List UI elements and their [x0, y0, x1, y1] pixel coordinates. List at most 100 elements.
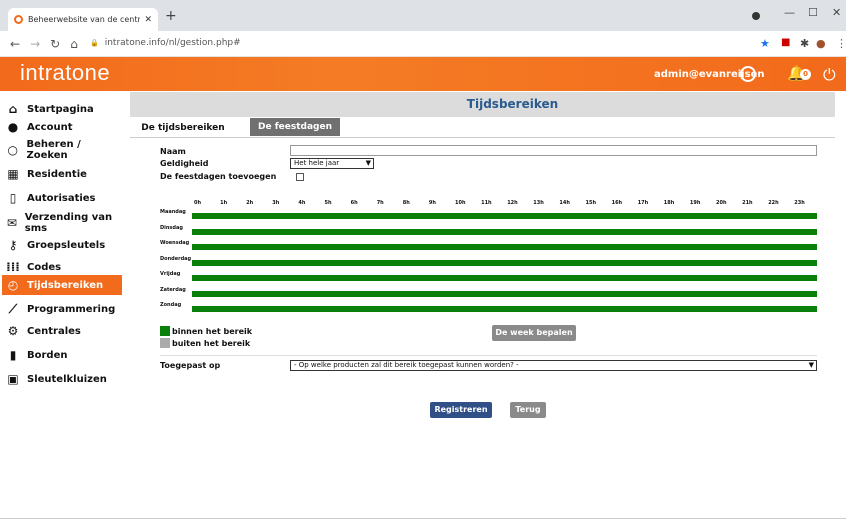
browser-menu-icon[interactable]: ⋮ — [836, 37, 846, 50]
forward-icon[interactable]: → — [30, 37, 40, 51]
reload-icon[interactable]: ↻ — [50, 37, 60, 51]
sidebar-item-label: Autorisaties — [27, 192, 96, 204]
day-label: Zaterdag — [160, 286, 186, 293]
url-field[interactable]: 🔒 intratone.info/nl/gestion.php# — [90, 38, 241, 48]
sidebar-item-startpagina[interactable]: ⌂ Startpagina — [5, 99, 122, 119]
day-label: Maandag — [160, 209, 186, 215]
main-content: Tijdsbereiken De tijdsbereiken De feestd… — [130, 92, 835, 422]
tab-feestdagen[interactable]: De feestdagen — [250, 118, 340, 136]
day-label: Vrijdag — [160, 271, 181, 277]
day-label: Donderdag — [160, 255, 192, 262]
day-label: Zondag — [160, 302, 182, 308]
hour-label: 19h — [689, 200, 701, 206]
minimize-icon[interactable]: — — [784, 6, 795, 19]
user-account-icon[interactable] — [740, 66, 756, 82]
legend-out-label: buiten het bereik — [172, 339, 251, 348]
browser-tabbar: Beheerwebsite van de centrales ✕ + — ☐ ✕ — [0, 0, 846, 31]
key-icon: ⚷ — [8, 238, 18, 252]
holidays-checkbox[interactable] — [296, 173, 304, 181]
holidays-label: De feestdagen toevoegen — [160, 172, 277, 181]
sidebar-item-borden[interactable]: ▮ Borden — [5, 345, 122, 365]
bookmark-star-icon[interactable]: ★ — [760, 37, 770, 50]
day-range-bar[interactable] — [192, 213, 817, 219]
pdf-extension-icon[interactable]: ■ — [781, 37, 790, 48]
hour-label: 3h — [272, 200, 280, 206]
intratone-logo[interactable]: intratone — [20, 60, 110, 86]
app-header: intratone admin@evanreijsen 🔔 0 ⏻ — [0, 57, 846, 91]
door-icon: ▯ — [9, 191, 17, 205]
sidebar-item-label: Tijdsbereiken — [27, 279, 104, 291]
day-range-bar[interactable] — [192, 275, 817, 281]
close-tab-icon[interactable]: ✕ — [144, 15, 152, 25]
name-input[interactable] — [290, 145, 817, 156]
register-button[interactable]: Registreren — [430, 402, 492, 418]
sidebar-item-label: Verzending van sms — [24, 212, 113, 234]
sidebar-item-residentie[interactable]: ▦ Residentie — [5, 164, 122, 184]
new-tab-icon[interactable]: + — [165, 8, 177, 24]
day-range-bar[interactable] — [192, 244, 817, 250]
tab-tijdsbereiken[interactable]: De tijdsbereiken — [137, 119, 229, 137]
sidebar-item-tijdsbereiken[interactable]: ◴ Tijdsbereiken — [2, 275, 122, 295]
maximize-icon[interactable]: ☐ — [808, 6, 818, 19]
sidebar-item-account[interactable]: ● Account — [5, 117, 122, 137]
page-title: Tijdsbereiken — [130, 92, 835, 117]
sidebar-item-label: Sleutelkluizen — [27, 373, 107, 385]
validity-value: Het hele jaar — [294, 159, 340, 167]
home-icon: ⌂ — [8, 102, 18, 116]
close-window-icon[interactable]: ✕ — [832, 6, 841, 19]
gear-icon: ⚙ — [7, 324, 19, 338]
search-icon: ○ — [7, 143, 18, 157]
hour-label: 7h — [376, 200, 384, 206]
sidebar-item-centrales[interactable]: ⚙ Centrales — [5, 321, 122, 341]
hour-label: 16h — [611, 200, 623, 206]
wand-icon: ⟋ — [8, 301, 18, 316]
day-range-bar[interactable] — [192, 259, 817, 266]
url-text: intratone.info/nl/gestion.php# — [104, 38, 241, 48]
safe-icon: ▣ — [7, 372, 19, 386]
hour-label: 4h — [298, 200, 306, 206]
mail-icon: ✉ — [6, 216, 17, 230]
notification-badge: 0 — [800, 69, 811, 80]
hour-label: 6h — [350, 200, 358, 206]
hour-label: 1h — [220, 200, 228, 206]
power-logout-icon[interactable]: ⏻ — [823, 65, 836, 85]
day-range-bar[interactable] — [192, 306, 817, 312]
profile-avatar-icon[interactable]: ● — [816, 37, 826, 50]
applied-select[interactable]: - Op welke producten zal dit bereik toeg… — [290, 360, 817, 371]
hour-label: 23h — [794, 200, 805, 206]
day-range-bar[interactable] — [192, 290, 817, 297]
validity-label: Geldigheid — [160, 159, 209, 168]
hour-label: 15h — [585, 200, 597, 206]
hour-label: 2h — [246, 200, 254, 206]
hour-label: 10h — [455, 200, 466, 206]
hour-label: 17h — [637, 200, 649, 206]
sidebar-item-sleutelkluizen[interactable]: ▣ Sleutelkluizen — [5, 369, 122, 389]
sidebar-item-verzending-sms[interactable]: ✉ Verzending van sms — [5, 212, 122, 234]
site-favicon-icon — [14, 15, 23, 24]
sidebar-item-autorisaties[interactable]: ▯ Autorisaties — [5, 188, 122, 208]
back-button[interactable]: Terug — [510, 402, 546, 418]
validity-select[interactable]: Het hele jaar ▼ — [290, 158, 374, 169]
browser-tab[interactable]: Beheerwebsite van de centrales ✕ — [8, 8, 158, 31]
tab-title: Beheerwebsite van de centrales — [28, 15, 141, 24]
back-icon[interactable]: ← — [10, 37, 20, 51]
sidebar-item-label: Account — [27, 121, 73, 133]
tab-divider — [130, 137, 835, 138]
home-browser-icon[interactable]: ⌂ — [70, 37, 78, 51]
sidebar-item-codes[interactable]: ⁞⁞⁞ Codes — [5, 257, 122, 277]
hour-label: 20h — [716, 200, 727, 206]
building-icon: ▦ — [7, 167, 19, 181]
sidebar-item-beheren-zoeken[interactable]: ○ Beheren / Zoeken — [5, 139, 122, 161]
hour-label: 9h — [428, 200, 436, 206]
legend-in-swatch — [160, 326, 170, 336]
sidebar-item-label: Residentie — [27, 168, 87, 180]
sidebar-item-label: Centrales — [27, 325, 81, 337]
sidebar-item-groepsleutels[interactable]: ⚷ Groepsleutels — [5, 235, 122, 255]
extensions-puzzle-icon[interactable]: ✱ — [800, 37, 809, 50]
hour-label: 8h — [402, 200, 410, 206]
user-icon: ● — [7, 120, 19, 134]
day-range-bar[interactable] — [192, 228, 817, 235]
define-week-button[interactable]: De week bepalen — [492, 325, 576, 341]
sidebar-item-programmering[interactable]: ⟋ Programmering — [5, 299, 122, 319]
panel-icon: ▮ — [9, 348, 17, 362]
